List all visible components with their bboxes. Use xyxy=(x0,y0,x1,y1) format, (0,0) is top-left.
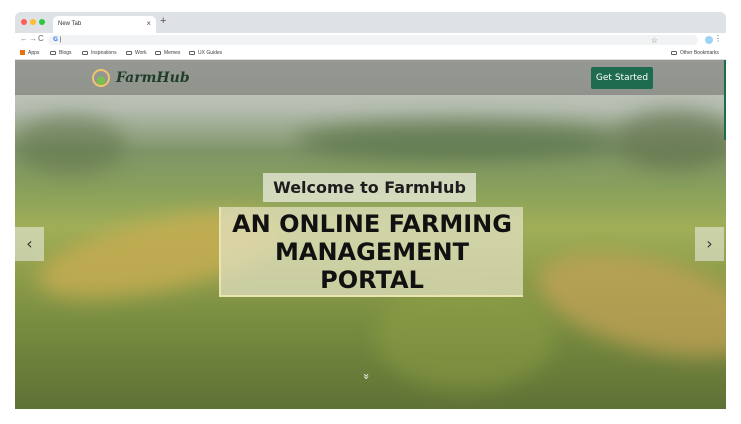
bookmark-blogs[interactable]: Blogs xyxy=(50,50,72,56)
bookmarks-bar: Apps Blogs Inspirations Work Memes UX Gu… xyxy=(15,47,726,60)
bookmark-label: Other Bookmarks xyxy=(680,50,719,56)
text-cursor-icon: | xyxy=(59,37,62,43)
brand-logo[interactable]: FarmHub xyxy=(92,68,190,88)
tab-close-icon[interactable]: × xyxy=(146,19,151,28)
get-started-button[interactable]: Get Started xyxy=(591,67,653,89)
bookmark-ux-guides[interactable]: UX Guides xyxy=(189,50,222,56)
google-icon: G xyxy=(53,36,58,43)
hero-headline: AN ONLINE FARMING MANAGEMENT PORTAL xyxy=(219,207,523,297)
welcome-banner: Welcome to FarmHub xyxy=(263,173,476,202)
leaf-logo-icon xyxy=(92,69,110,87)
tab-title: New Tab xyxy=(58,21,82,27)
brand-name: FarmHub xyxy=(116,70,190,86)
folder-icon xyxy=(671,50,677,55)
site-header: FarmHub Get Started xyxy=(15,60,726,95)
background-image xyxy=(615,110,726,170)
folder-icon xyxy=(155,50,161,55)
hero-section: FarmHub Get Started Welcome to FarmHub A… xyxy=(15,60,726,409)
apps-icon xyxy=(20,50,25,56)
carousel-next-button[interactable]: › xyxy=(695,227,724,261)
minimize-window-icon[interactable] xyxy=(30,19,36,25)
bookmark-memes[interactable]: Memes xyxy=(155,50,180,56)
browser-window: New Tab × + ← → C G | ☆ ⋮ Apps Blogs Ins… xyxy=(15,12,726,409)
scrollbar[interactable] xyxy=(724,60,726,140)
scroll-down-icon[interactable]: » xyxy=(360,373,373,380)
folder-icon xyxy=(82,50,88,55)
tab-bar: New Tab × + xyxy=(15,12,726,33)
background-image xyxy=(295,120,625,160)
menu-icon[interactable]: ⋮ xyxy=(714,34,722,43)
background-image xyxy=(15,115,125,175)
bookmark-apps[interactable]: Apps xyxy=(20,50,39,56)
folder-icon xyxy=(126,50,132,55)
other-bookmarks[interactable]: Other Bookmarks xyxy=(671,50,719,56)
bookmark-label: Blogs xyxy=(59,50,72,56)
address-bar[interactable]: G | ☆ xyxy=(48,35,698,45)
bookmark-label: Apps xyxy=(28,50,40,56)
bookmark-label: UX Guides xyxy=(198,50,223,56)
new-tab-button[interactable]: + xyxy=(160,15,166,27)
bookmark-label: Work xyxy=(135,50,147,56)
maximize-window-icon[interactable] xyxy=(39,19,45,25)
close-window-icon[interactable] xyxy=(21,19,27,25)
browser-toolbar: ← → C G | ☆ ⋮ xyxy=(15,33,726,47)
reload-icon[interactable]: C xyxy=(38,34,44,43)
forward-icon[interactable]: → xyxy=(29,34,37,43)
back-icon[interactable]: ← xyxy=(20,34,28,43)
carousel-prev-button[interactable]: ‹ xyxy=(15,227,44,261)
tab-new-tab[interactable]: New Tab × xyxy=(53,16,156,33)
folder-icon xyxy=(50,50,56,55)
bookmark-work[interactable]: Work xyxy=(126,50,147,56)
bookmark-label: Inspirations xyxy=(91,50,117,56)
star-icon[interactable]: ☆ xyxy=(651,36,658,45)
profile-avatar[interactable] xyxy=(705,36,713,44)
folder-icon xyxy=(189,50,195,55)
bookmark-inspirations[interactable]: Inspirations xyxy=(82,50,117,56)
bookmark-label: Memes xyxy=(164,50,181,56)
